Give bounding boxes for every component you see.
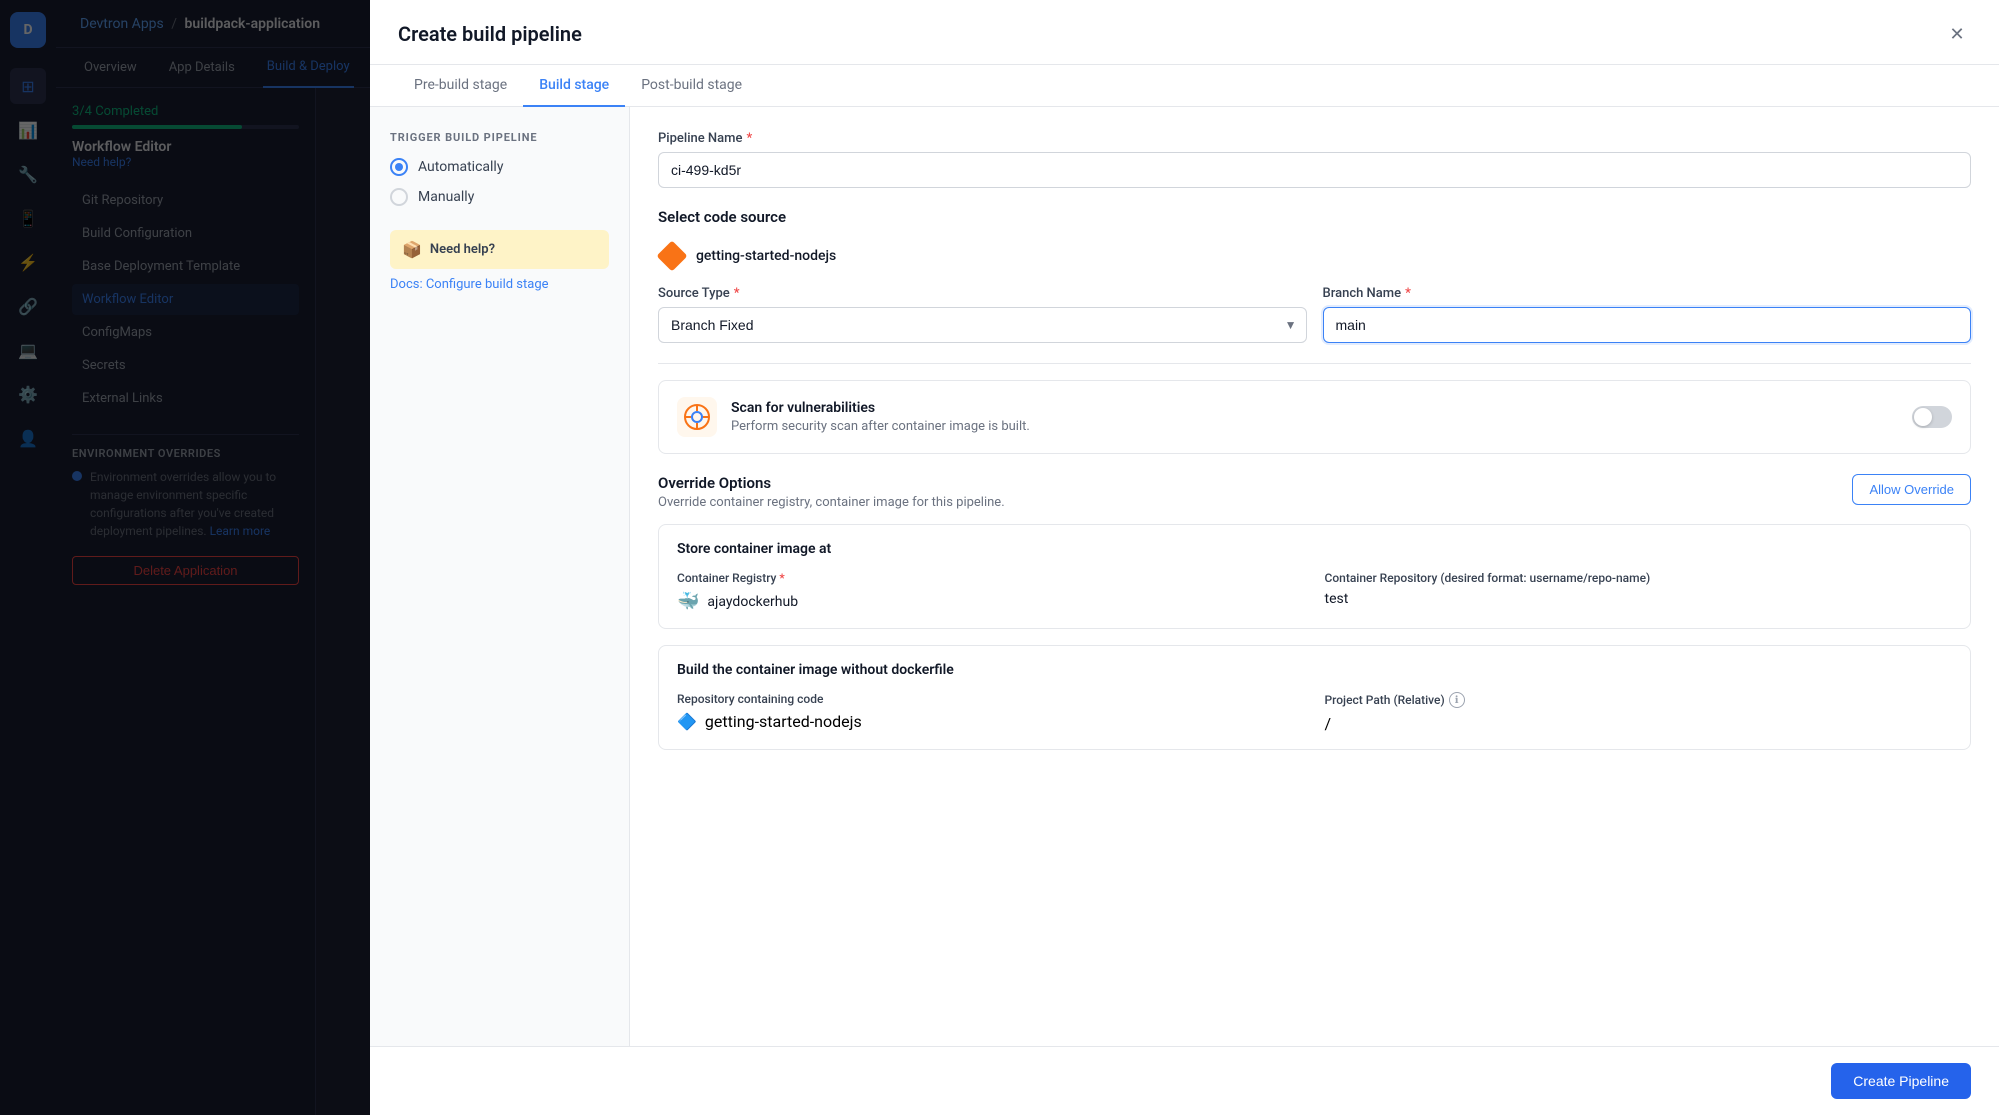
build-card-title: Build the container image without docker… [677, 662, 1952, 678]
modal-tabs: Pre-build stage Build stage Post-build s… [370, 65, 1999, 107]
repo-col: Container Repository (desired format: us… [1325, 571, 1953, 612]
allow-override-button[interactable]: Allow Override [1852, 474, 1971, 505]
pipeline-name-label: Pipeline Name * [658, 131, 1971, 146]
modal-close-button[interactable]: ✕ [1943, 20, 1971, 48]
pipeline-name-group: Pipeline Name * [658, 131, 1971, 188]
tab-build[interactable]: Build stage [523, 65, 625, 107]
registry-label: Container Registry * [677, 571, 1305, 585]
build-repo-name: getting-started-nodejs [705, 712, 862, 731]
close-icon: ✕ [1949, 24, 1964, 45]
docker-icon: 🐳 [677, 591, 699, 612]
registry-item: 🐳 ajaydockerhub [677, 591, 1305, 612]
modal-title: Create build pipeline [398, 22, 582, 46]
radio-manually-label: Manually [418, 189, 474, 205]
store-two-col: Container Registry * 🐳 ajaydockerhub Con… [677, 571, 1952, 612]
branch-name-required: * [1405, 286, 1411, 301]
repo-col-label: Container Repository (desired format: us… [1325, 571, 1953, 585]
modal-header: Create build pipeline ✕ [370, 0, 1999, 65]
override-desc: Override container registry, container i… [658, 495, 1005, 510]
build-path-value: / [1325, 714, 1953, 733]
scan-desc: Perform security scan after container im… [731, 419, 1898, 434]
build-repo-col: Repository containing code 🔷 getting-sta… [677, 692, 1305, 733]
tab-pre-build[interactable]: Pre-build stage [398, 65, 523, 107]
rhombus-icon [656, 240, 687, 271]
radio-automatically-label: Automatically [418, 159, 503, 175]
registry-col: Container Registry * 🐳 ajaydockerhub [677, 571, 1305, 612]
pipeline-name-input[interactable] [658, 152, 1971, 188]
radio-group: Automatically Manually [390, 158, 609, 206]
docs-link[interactable]: Docs: Configure build stage [390, 277, 609, 292]
build-repo-item: 🔷 getting-started-nodejs [677, 712, 1305, 731]
code-source-group: Select code source getting-started-nodej… [658, 208, 1971, 343]
modal-body: TRIGGER BUILD PIPELINE Automatically Man… [370, 107, 1999, 1046]
code-source-item: getting-started-nodejs [658, 242, 1971, 270]
store-card-title: Store container image at [677, 541, 1952, 557]
scan-toggle[interactable] [1912, 406, 1952, 428]
override-title: Override Options [658, 474, 1005, 492]
branch-name-label: Branch Name * [1323, 286, 1972, 301]
branch-name-group: Branch Name * [1323, 286, 1972, 343]
help-box: 📦 Need help? [390, 230, 609, 269]
radio-manually[interactable]: Manually [390, 188, 609, 206]
modal-footer: Create Pipeline [370, 1046, 1999, 1115]
scan-icon [677, 397, 717, 437]
build-repo-label: Repository containing code [677, 692, 1305, 706]
build-repo-icon: 🔷 [677, 712, 697, 731]
path-info-icon[interactable]: ℹ [1449, 692, 1465, 708]
build-path-label: Project Path (Relative) ℹ [1325, 692, 1953, 708]
override-header: Override Options Override container regi… [658, 474, 1971, 510]
source-type-required: * [734, 286, 740, 301]
divider-1 [658, 363, 1971, 364]
branch-name-input[interactable] [1323, 307, 1972, 343]
modal-main: Pipeline Name * Select code source getti… [630, 107, 1999, 1046]
create-pipeline-modal: Create build pipeline ✕ Pre-build stage … [370, 0, 1999, 1115]
scan-info: Scan for vulnerabilities Perform securit… [731, 400, 1898, 434]
required-star: * [746, 131, 752, 146]
source-type-branch-row: Source Type * Branch Fixed Branch Regex … [658, 286, 1971, 343]
code-source-title: Select code source [658, 208, 1971, 226]
tab-post-build[interactable]: Post-build stage [625, 65, 758, 107]
registry-name: ajaydockerhub [707, 594, 798, 610]
scan-card: Scan for vulnerabilities Perform securit… [658, 380, 1971, 454]
source-type-group: Source Type * Branch Fixed Branch Regex … [658, 286, 1307, 343]
source-type-select[interactable]: Branch Fixed Branch Regex Tag Regex [658, 307, 1307, 343]
radio-automatically-circle [390, 158, 408, 176]
scan-title: Scan for vulnerabilities [731, 400, 1898, 416]
radio-manually-circle [390, 188, 408, 206]
code-source-icon [658, 242, 686, 270]
modal-sidebar: TRIGGER BUILD PIPELINE Automatically Man… [370, 107, 630, 1046]
store-card: Store container image at Container Regis… [658, 524, 1971, 629]
help-box-title: Need help? [430, 242, 495, 257]
registry-required: * [779, 571, 784, 585]
create-pipeline-button[interactable]: Create Pipeline [1831, 1063, 1971, 1099]
build-card: Build the container image without docker… [658, 645, 1971, 750]
trigger-label: TRIGGER BUILD PIPELINE [390, 131, 609, 144]
build-two-col: Repository containing code 🔷 getting-sta… [677, 692, 1952, 733]
help-box-icon: 📦 [402, 240, 422, 259]
source-type-select-wrapper: Branch Fixed Branch Regex Tag Regex ▼ [658, 307, 1307, 343]
build-path-col: Project Path (Relative) ℹ / [1325, 692, 1953, 733]
override-info: Override Options Override container regi… [658, 474, 1005, 510]
repo-value: test [1325, 591, 1953, 607]
source-type-label: Source Type * [658, 286, 1307, 301]
radio-automatically[interactable]: Automatically [390, 158, 609, 176]
code-source-name: getting-started-nodejs [696, 248, 836, 264]
